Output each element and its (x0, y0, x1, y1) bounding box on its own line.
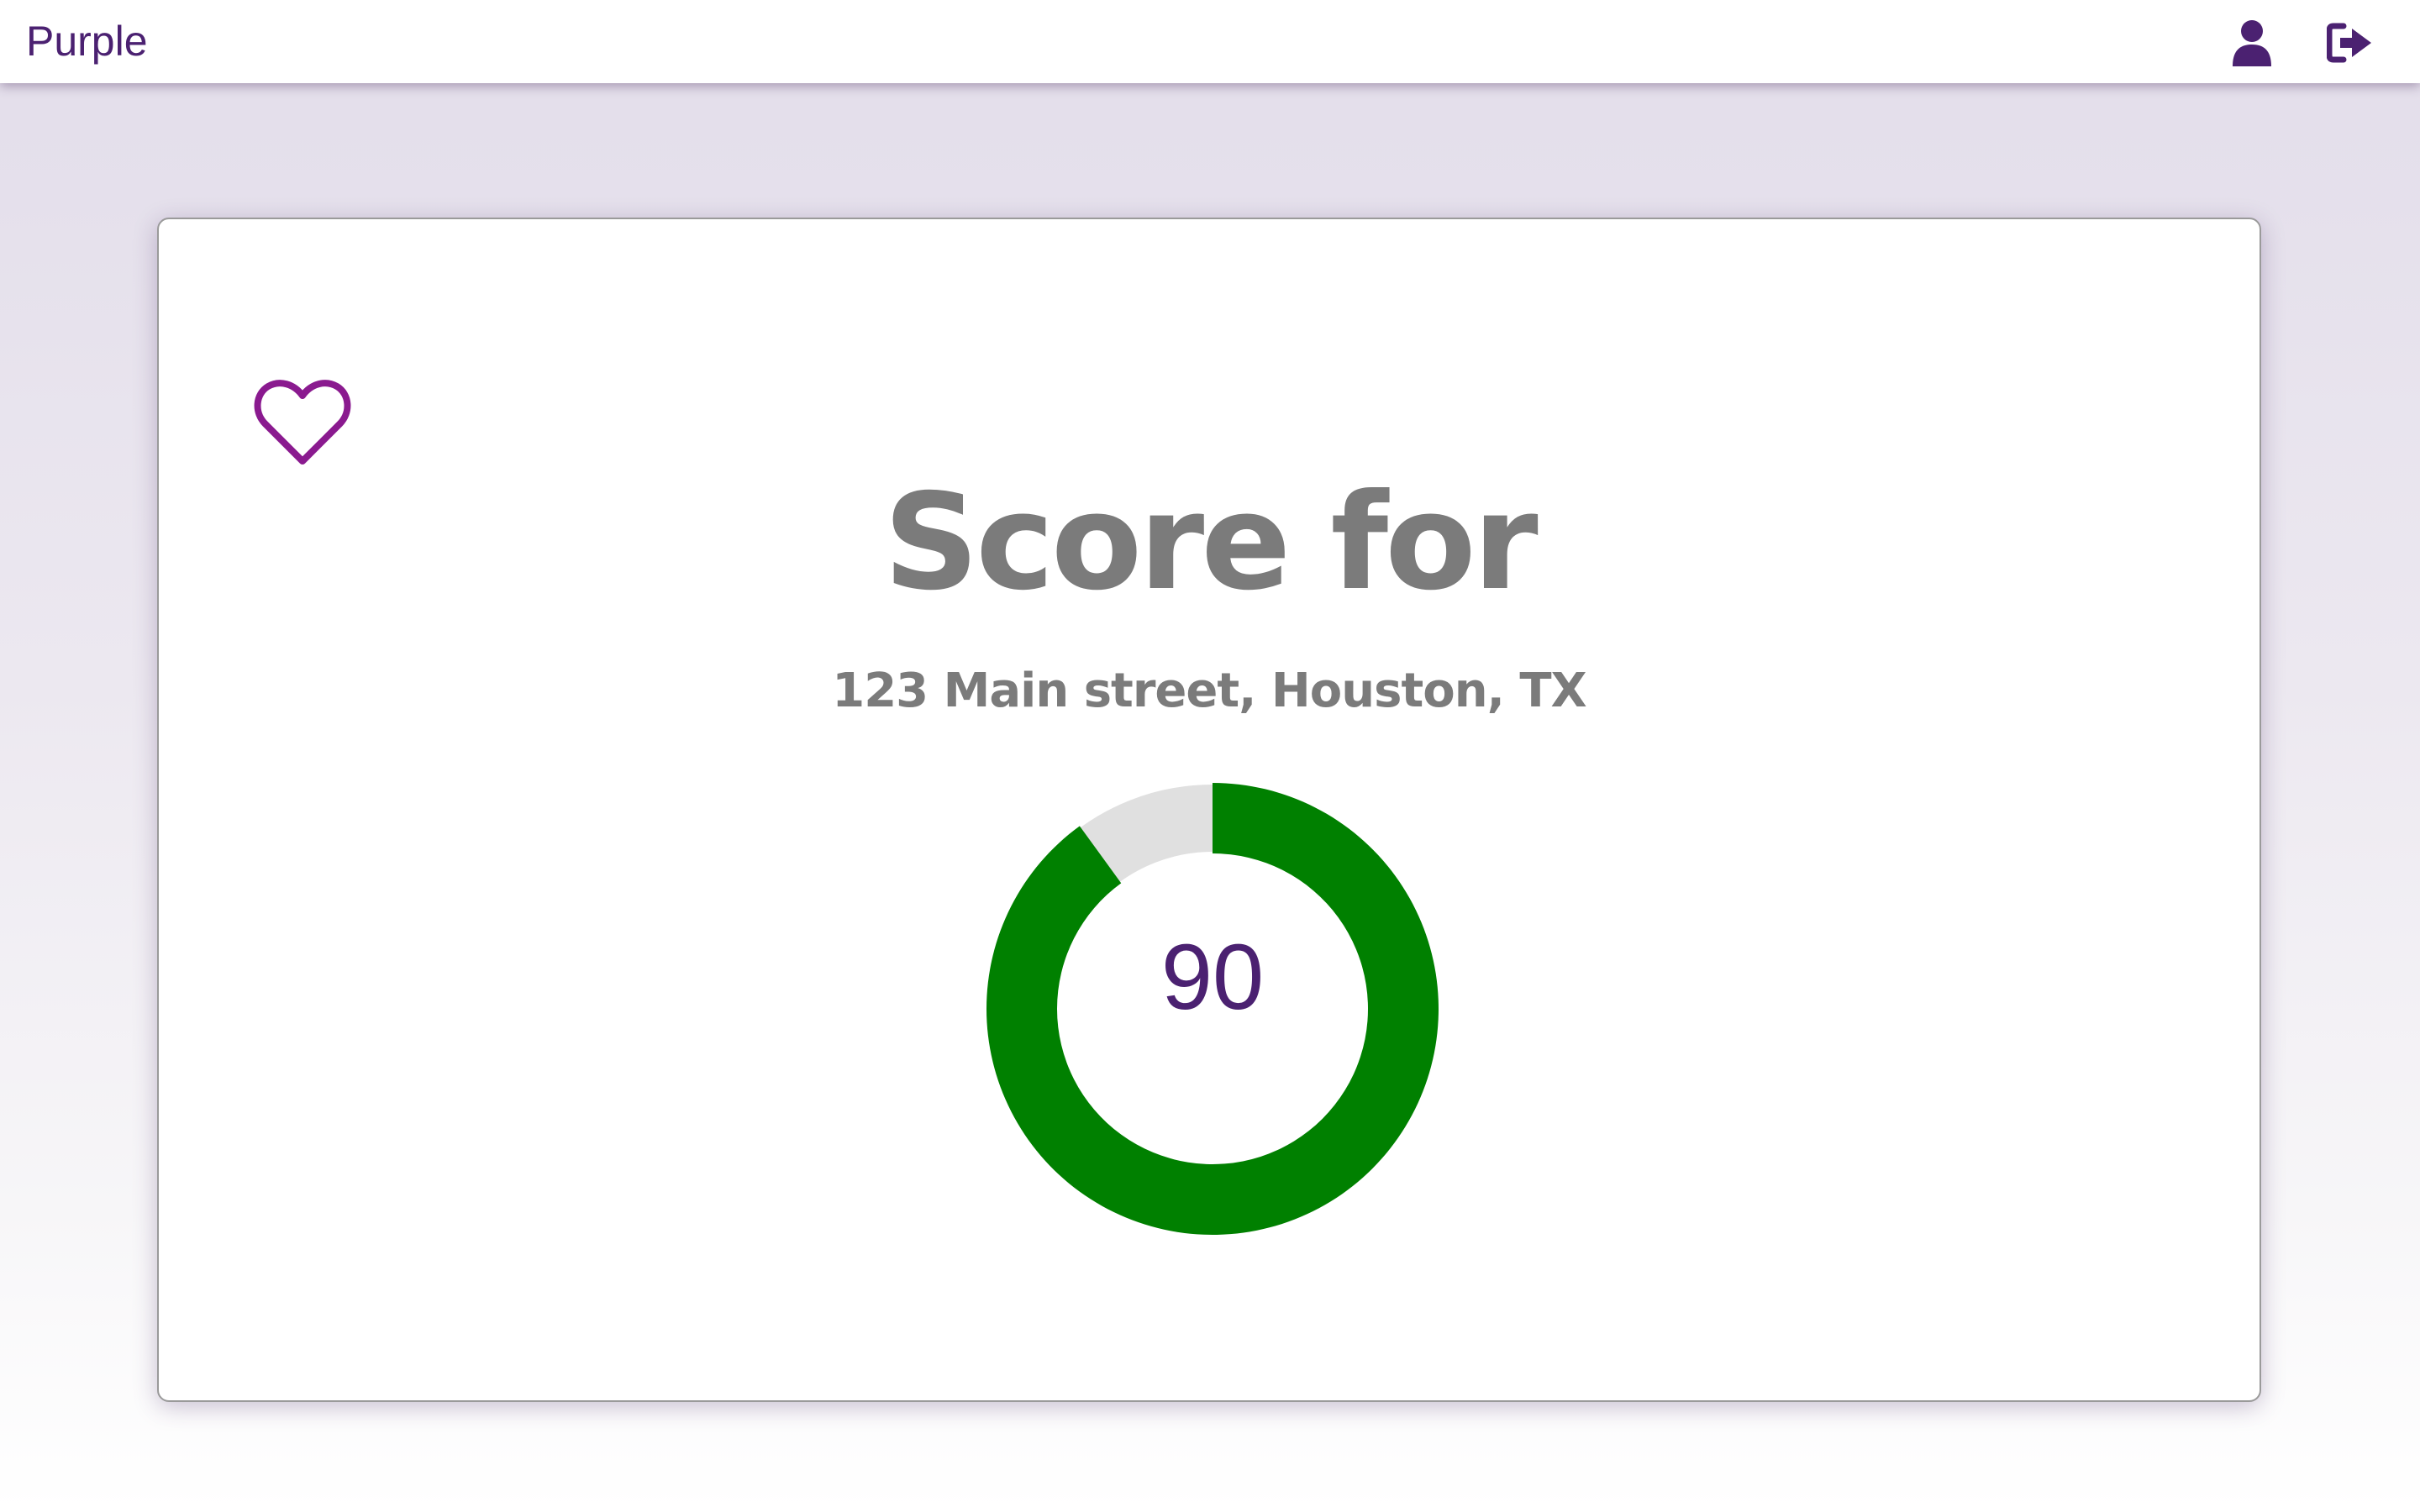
user-profile-button[interactable] (2224, 15, 2280, 71)
heart-outline-icon (254, 380, 351, 465)
favorite-button[interactable] (253, 377, 352, 466)
logout-button[interactable] (2323, 15, 2378, 71)
score-title: Score for (883, 465, 1538, 620)
score-gauge: 90 (986, 782, 1439, 1236)
top-navbar: Purple (0, 0, 2420, 83)
user-icon (2233, 20, 2271, 66)
score-value: 90 (1160, 926, 1265, 1029)
brand-logo[interactable]: Purple (26, 15, 148, 67)
address-label: 123 Main street, Houston, TX (832, 664, 1586, 718)
score-card: Score for 123 Main street, Houston, TX 9… (157, 218, 2261, 1402)
logout-icon (2327, 23, 2371, 63)
